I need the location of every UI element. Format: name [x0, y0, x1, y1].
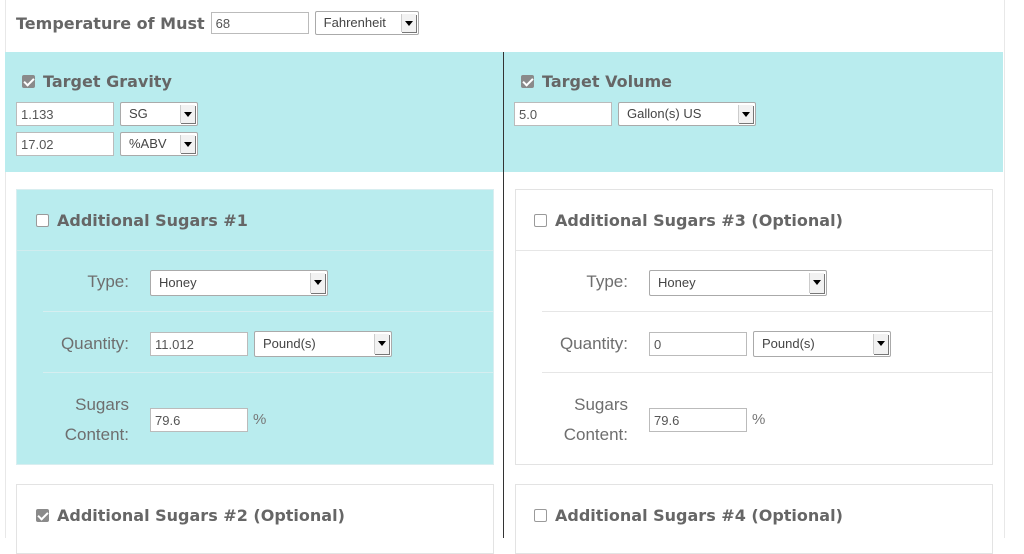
row-divider	[542, 311, 992, 312]
target-gravity-abv-unit-select[interactable]: %ABV	[120, 132, 198, 156]
target-gravity-sg-unit-select[interactable]: SG	[120, 102, 198, 126]
row-divider	[542, 372, 992, 373]
percent-sign: %	[752, 411, 766, 428]
sugar-type-value: Honey	[658, 275, 696, 290]
quantity-label: Quantity:	[559, 334, 628, 353]
must-temperature-input[interactable]	[210, 12, 309, 34]
sugars-content-input[interactable]	[150, 408, 248, 432]
quantity-unit-select[interactable]: Pound(s)	[254, 331, 392, 357]
type-label: Type:	[87, 272, 129, 291]
target-gravity-abv-input[interactable]	[16, 132, 114, 156]
chevron-down-icon	[809, 273, 824, 293]
additional-sugars-2-title: Additional Sugars #2 (Optional)	[57, 506, 345, 525]
additional-sugars-3-card: Additional Sugars #3 (Optional) Type: Ho…	[515, 189, 993, 465]
chevron-down-icon	[738, 105, 753, 123]
quantity-unit-value: Pound(s)	[762, 336, 815, 351]
additional-sugars-4-card: Additional Sugars #4 (Optional)	[515, 484, 993, 554]
additional-sugars-3-header: Additional Sugars #3 (Optional)	[534, 211, 843, 230]
percent-sign: %	[253, 411, 267, 428]
target-volume-unit-value: Gallon(s) US	[627, 106, 702, 121]
target-gravity-sg-input[interactable]	[16, 102, 114, 126]
target-gravity-title: Target Gravity	[43, 72, 172, 91]
sugar-type-select[interactable]: Honey	[150, 270, 328, 296]
target-volume-input[interactable]	[514, 102, 612, 126]
quantity-unit-value: Pound(s)	[263, 336, 316, 351]
quantity-input[interactable]	[150, 332, 248, 356]
additional-sugars-1-title: Additional Sugars #1	[57, 211, 248, 230]
must-temperature-unit-select[interactable]: Fahrenheit	[314, 11, 419, 35]
target-gravity-sg-unit-value: SG	[129, 106, 148, 121]
target-volume-checkbox[interactable]	[521, 75, 534, 88]
row-divider	[43, 372, 493, 373]
must-temperature-unit-value: Fahrenheit	[323, 15, 386, 30]
chevron-down-icon	[400, 14, 416, 32]
target-volume-header: Target Volume	[521, 72, 672, 91]
additional-sugars-2-checkbox[interactable]	[36, 509, 49, 522]
quantity-label: Quantity:	[60, 334, 129, 353]
chevron-down-icon	[873, 334, 888, 354]
additional-sugars-1-header: Additional Sugars #1	[36, 211, 248, 230]
type-label: Type:	[586, 272, 628, 291]
quantity-input[interactable]	[649, 332, 747, 356]
chevron-down-icon	[310, 273, 325, 293]
target-volume-title: Target Volume	[542, 72, 672, 91]
chevron-down-icon	[180, 105, 195, 123]
sugars-content-input[interactable]	[649, 408, 747, 432]
additional-sugars-1-card: Additional Sugars #1 Type: Honey Quantit…	[16, 189, 494, 465]
target-volume-unit-select[interactable]: Gallon(s) US	[618, 102, 756, 126]
sugar-type-value: Honey	[159, 275, 197, 290]
sugar-type-select[interactable]: Honey	[649, 270, 827, 296]
additional-sugars-3-checkbox[interactable]	[534, 214, 547, 227]
must-temperature-row: Temperature of Must Fahrenheit	[16, 10, 419, 36]
additional-sugars-2-card: Additional Sugars #2 (Optional)	[16, 484, 494, 554]
target-gravity-header: Target Gravity	[22, 72, 172, 91]
sugars-content-label-line1: Sugars	[75, 395, 129, 414]
sugars-content-label-line2: Content:	[64, 425, 129, 444]
sugars-content-label-line1: Sugars	[574, 395, 628, 414]
additional-sugars-2-header: Additional Sugars #2 (Optional)	[36, 506, 345, 525]
chevron-down-icon	[374, 334, 389, 354]
target-gravity-checkbox[interactable]	[22, 75, 35, 88]
additional-sugars-1-checkbox[interactable]	[36, 214, 49, 227]
additional-sugars-4-checkbox[interactable]	[534, 509, 547, 522]
column-divider	[503, 52, 504, 538]
must-temperature-label: Temperature of Must	[16, 13, 205, 33]
additional-sugars-4-header: Additional Sugars #4 (Optional)	[534, 506, 843, 525]
additional-sugars-3-title: Additional Sugars #3 (Optional)	[555, 211, 843, 230]
row-divider	[43, 311, 493, 312]
target-gravity-abv-unit-value: %ABV	[129, 136, 167, 151]
sugars-content-label-line2: Content:	[563, 425, 628, 444]
additional-sugars-4-title: Additional Sugars #4 (Optional)	[555, 506, 843, 525]
quantity-unit-select[interactable]: Pound(s)	[753, 331, 891, 357]
chevron-down-icon	[180, 135, 195, 153]
